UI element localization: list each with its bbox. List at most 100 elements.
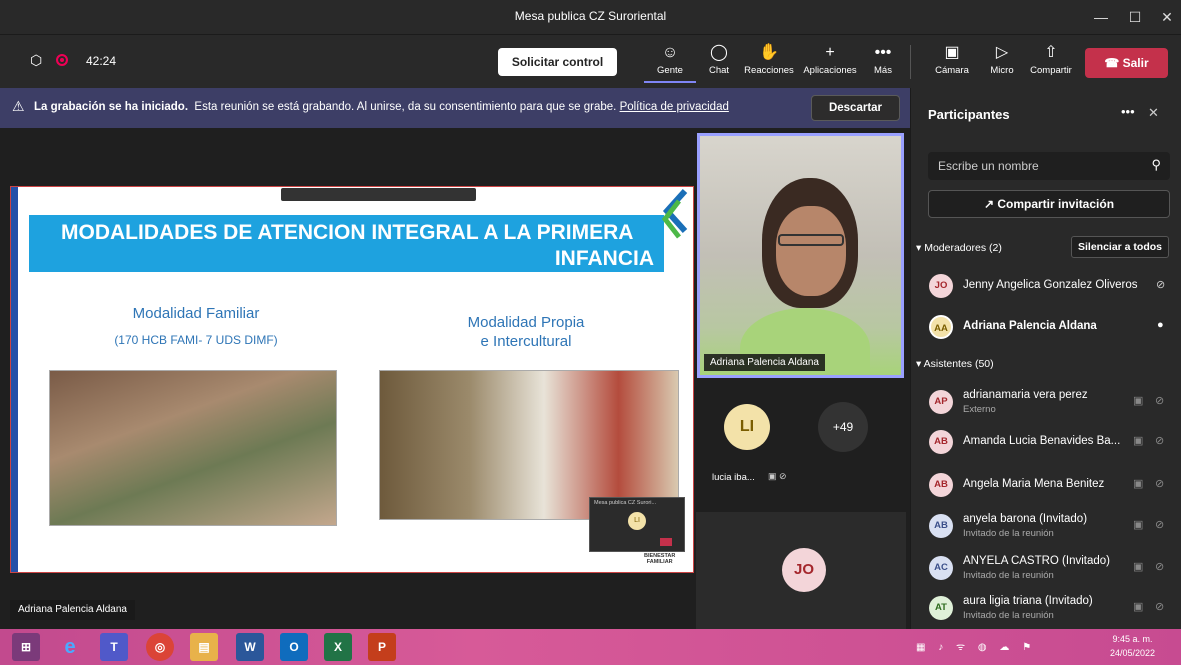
attendee-row[interactable]: AP adrianamaria vera perez Externo ▣ ⊘ [911, 382, 1181, 422]
excel-icon[interactable]: X [324, 633, 352, 661]
participant-role: Invitado de la reunión [963, 610, 1054, 621]
participant-role: Invitado de la reunión [963, 528, 1054, 539]
moderator-row[interactable]: JO Jenny Angelica Gonzalez Oliveros ⊘ [911, 266, 1181, 306]
mute-all-button[interactable]: Silenciar a todos [1071, 236, 1169, 258]
apps-button[interactable]: + Aplicaciones [800, 41, 860, 83]
camera-off-icon: ▣ [1133, 561, 1144, 573]
participant-name: Adriana Palencia Aldana [963, 320, 1097, 332]
attendee-row[interactable]: AT aura ligia triana (Invitado) Invitado… [911, 588, 1181, 628]
recording-banner: ⚠ La grabación se ha iniciado. Esta reun… [0, 88, 910, 128]
attendee-row[interactable]: AC ANYELA CASTRO (Invitado) Invitado de … [911, 548, 1181, 588]
camera-off-icon: ▣ [1133, 435, 1144, 447]
caret-down-icon: ▾ [916, 242, 925, 254]
person-glasses [778, 234, 844, 246]
participant-name: ANYELA CASTRO (Invitado) [963, 555, 1110, 567]
right-heading-2: e Intercultural [480, 333, 572, 350]
panel-close-icon[interactable]: ✕ [1148, 105, 1159, 121]
dismiss-banner-button[interactable]: Descartar [811, 95, 900, 121]
leave-button[interactable]: ☎ Salir [1085, 48, 1168, 78]
participant-search-input[interactable]: Escribe un nombre ⚲ [928, 152, 1170, 180]
request-control-button[interactable]: Solicitar control [498, 48, 617, 76]
participant-tile-li[interactable]: LI lucia iba... ▣ ⊘ +49 [696, 382, 906, 502]
attendee-row[interactable]: AB anyela barona (Invitado) Invitado de … [911, 506, 1181, 546]
avatar: AT [929, 596, 953, 620]
mic-off-icon: ⊘ [1155, 395, 1165, 407]
share-icon: ⇧ [1044, 44, 1058, 61]
participant-tile-jo[interactable]: JO [696, 512, 906, 629]
jo-avatar: JO [782, 548, 826, 592]
mic-on-icon: ● [1157, 319, 1164, 331]
left-subheading: (170 HCB FAMI- 7 UDS DIMF) [114, 333, 278, 347]
banner-text: Esta reunión se está grabando. Al unirse… [194, 101, 617, 113]
participant-name: Angela Maria Mena Benitez [963, 478, 1105, 490]
participants-panel: Participantes ••• ✕ Escribe un nombre ⚲ … [910, 88, 1181, 629]
people-button[interactable]: ☺ Gente [644, 41, 696, 83]
recording-icon [56, 54, 68, 66]
banner-bold-text: La grabación se ha iniciado. [34, 101, 189, 113]
presenter-label: Adriana Palencia Aldana [10, 600, 135, 620]
attendees-section-toggle[interactable]: ▾ Asistentes (50) [916, 358, 994, 370]
bienestar-logo: BIENESTAR FAMILIAR [644, 553, 676, 565]
share-button[interactable]: ⇧ Compartir [1024, 41, 1078, 83]
moderators-section-toggle[interactable]: ▾ Moderadores (2) [916, 242, 1002, 254]
family-modality-photo [49, 370, 337, 526]
participant-name: aura ligia triana (Invitado) [963, 595, 1093, 607]
shield-icon: ⬡ [30, 52, 43, 68]
start-icon[interactable]: ⊞ [12, 633, 40, 661]
file-explorer-icon[interactable]: ▤ [190, 633, 218, 661]
attendee-row[interactable]: AB Angela Maria Mena Benitez ▣ ⊘ [911, 465, 1181, 505]
more-participants-button[interactable]: +49 [818, 402, 868, 452]
video-nameplate: Adriana Palencia Aldana [704, 354, 825, 371]
search-icon: ⚲ [1151, 157, 1161, 172]
share-invite-button[interactable]: ↗ Compartir invitación [928, 190, 1170, 218]
icbf-logo [659, 188, 689, 249]
toolbar-divider [910, 45, 911, 79]
camera-off-icon: ▣ [944, 44, 960, 61]
person-face [776, 206, 846, 296]
attendee-row[interactable]: AB Amanda Lucia Benavides Ba... ▣ ⊘ [911, 422, 1181, 462]
window-title: Mesa publica CZ Suroriental [514, 9, 667, 23]
mini-leave-icon [660, 538, 672, 546]
panel-title: Participantes [928, 107, 1010, 122]
outlook-icon[interactable]: O [280, 633, 308, 661]
mic-button[interactable]: ▷ Micro [976, 41, 1028, 83]
edge-browser-icon[interactable]: e [56, 633, 84, 661]
close-window-button[interactable]: ✕ [1156, 6, 1178, 28]
participant-video-adriana[interactable]: Adriana Palencia Aldana [697, 133, 904, 378]
privacy-policy-link[interactable]: Política de privacidad [620, 101, 729, 113]
taskbar-clock[interactable]: 9:45 a. m. 24/05/2022 [1110, 632, 1155, 660]
presenter-mini-toolbar [281, 188, 476, 201]
shared-screen: MODALIDADES DE ATENCION INTEGRAL A LA PR… [10, 186, 694, 573]
camera-off-icon: ▣ [1133, 478, 1144, 490]
windows-taskbar: ⊞ e T ◎ ▤ W O X P ▦ ♪ ᯤ ◍ ☁ ⚑ 9:45 a. m.… [0, 629, 1181, 665]
chrome-icon[interactable]: ◎ [146, 633, 174, 661]
mini-meeting-window[interactable]: Mesa publica CZ Surori... LI [589, 497, 685, 552]
moderator-row[interactable]: AA Adriana Palencia Aldana ● [911, 307, 1181, 347]
mic-off-icon: ⊘ [1155, 601, 1165, 613]
camera-button[interactable]: ▣ Cámara [926, 41, 978, 83]
people-icon: ☺ [661, 44, 679, 61]
reactions-icon: ✋ [759, 44, 779, 61]
maximize-button[interactable]: ☐ [1124, 6, 1146, 28]
system-tray-icons[interactable]: ▦ ♪ ᯤ ◍ ☁ ⚑ [916, 639, 1086, 655]
panel-more-icon[interactable]: ••• [1121, 104, 1135, 119]
minimize-button[interactable]: — [1090, 6, 1112, 28]
slide-left-bar [11, 187, 18, 572]
participant-name: Jenny Angelica Gonzalez Oliveros [963, 279, 1138, 291]
powerpoint-icon[interactable]: P [368, 633, 396, 661]
avatar: AB [929, 430, 953, 454]
plus-icon: + [825, 44, 835, 61]
word-icon[interactable]: W [236, 633, 264, 661]
left-heading: Modalidad Familiar [132, 305, 260, 322]
mic-off-icon: ⊘ [1155, 478, 1165, 490]
more-button[interactable]: ••• Más [857, 41, 909, 83]
camera-off-icon: ▣ [1133, 395, 1144, 407]
avatar: AA [929, 315, 953, 339]
avatar: JO [929, 274, 953, 298]
reactions-button[interactable]: ✋ Reacciones [738, 41, 800, 83]
teams-icon[interactable]: T [100, 633, 128, 661]
share-link-icon: ↗ [983, 197, 998, 211]
phone-icon: ☎ [1104, 56, 1123, 70]
mic-off-icon: ▷ [995, 44, 1009, 61]
window-titlebar: Mesa publica CZ Suroriental — ☐ ✕ [0, 0, 1181, 34]
